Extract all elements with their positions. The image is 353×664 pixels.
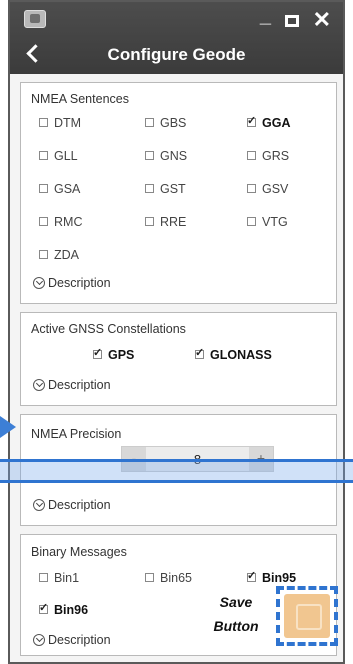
section-title: NMEA Sentences [31, 92, 129, 106]
checkbox-checked-icon [93, 346, 102, 359]
checkbox-checked-icon [39, 601, 48, 614]
chevron-down-circle-icon [33, 634, 45, 646]
checkbox-gga[interactable]: GGA [247, 114, 290, 130]
description-toggle[interactable]: Description [33, 378, 111, 392]
maximize-icon[interactable] [285, 15, 299, 27]
checkbox-checked-icon [195, 346, 204, 359]
title-bar: _ ✕ Configure Geode [10, 2, 343, 74]
checkbox-gps[interactable]: GPS [93, 346, 134, 362]
checkbox-gns[interactable]: GNS [145, 149, 187, 163]
section-title: Binary Messages [31, 545, 127, 559]
checkbox-bin65[interactable]: Bin65 [145, 571, 192, 585]
checkbox-icon [39, 250, 48, 259]
close-icon[interactable]: ✕ [313, 9, 331, 31]
checkbox-icon [247, 184, 256, 193]
description-toggle[interactable]: Description [33, 498, 111, 512]
chevron-down-circle-icon [33, 499, 45, 511]
checkbox-icon [39, 217, 48, 226]
section-title: NMEA Precision [31, 427, 122, 441]
checkbox-icon [39, 118, 48, 127]
section-title: Active GNSS Constellations [31, 322, 186, 336]
gnss-constellations-section: Active GNSS Constellations GPS GLONASS D… [20, 312, 337, 406]
checkbox-bin1[interactable]: Bin1 [39, 571, 79, 585]
chevron-down-circle-icon [33, 379, 45, 391]
checkbox-vtg[interactable]: VTG [247, 215, 288, 229]
checkbox-icon [39, 151, 48, 160]
configure-geode-window: _ ✕ Configure Geode NMEA Sentences DTM G… [8, 0, 345, 664]
app-icon [24, 10, 46, 28]
save-button-annotation: Save Button [213, 594, 259, 634]
checkbox-icon [247, 217, 256, 226]
checkbox-icon [39, 184, 48, 193]
highlight-arrow-icon [0, 416, 16, 438]
checkbox-dtm[interactable]: DTM [39, 116, 81, 130]
checkbox-rre[interactable]: RRE [145, 215, 186, 229]
highlight-band [0, 459, 353, 483]
checkbox-gll[interactable]: GLL [39, 149, 78, 163]
checkbox-icon [145, 573, 154, 582]
checkbox-icon [145, 118, 154, 127]
checkbox-gsv[interactable]: GSV [247, 182, 288, 196]
checkbox-checked-icon [247, 569, 256, 582]
description-toggle[interactable]: Description [33, 276, 111, 290]
checkbox-icon [145, 151, 154, 160]
chevron-down-circle-icon [33, 277, 45, 289]
checkbox-icon [145, 217, 154, 226]
checkbox-gsa[interactable]: GSA [39, 182, 80, 196]
checkbox-icon [247, 151, 256, 160]
checkbox-bin96[interactable]: Bin96 [39, 601, 88, 617]
checkbox-icon [145, 184, 154, 193]
save-button[interactable] [284, 594, 330, 638]
checkbox-gbs[interactable]: GBS [145, 116, 186, 130]
checkbox-glonass[interactable]: GLONASS [195, 346, 272, 362]
checkbox-rmc[interactable]: RMC [39, 215, 82, 229]
checkbox-zda[interactable]: ZDA [39, 248, 79, 262]
nmea-sentences-section: NMEA Sentences DTM GBS GGA GLL GNS GRS G… [20, 82, 337, 304]
checkbox-bin95[interactable]: Bin95 [247, 569, 296, 585]
checkbox-icon [39, 573, 48, 582]
checkbox-grs[interactable]: GRS [247, 149, 289, 163]
page-title: Configure Geode [107, 45, 246, 64]
description-toggle[interactable]: Description [33, 633, 111, 647]
checkbox-gst[interactable]: GST [145, 182, 186, 196]
checkbox-checked-icon [247, 114, 256, 127]
minimize-icon[interactable]: _ [260, 6, 271, 26]
